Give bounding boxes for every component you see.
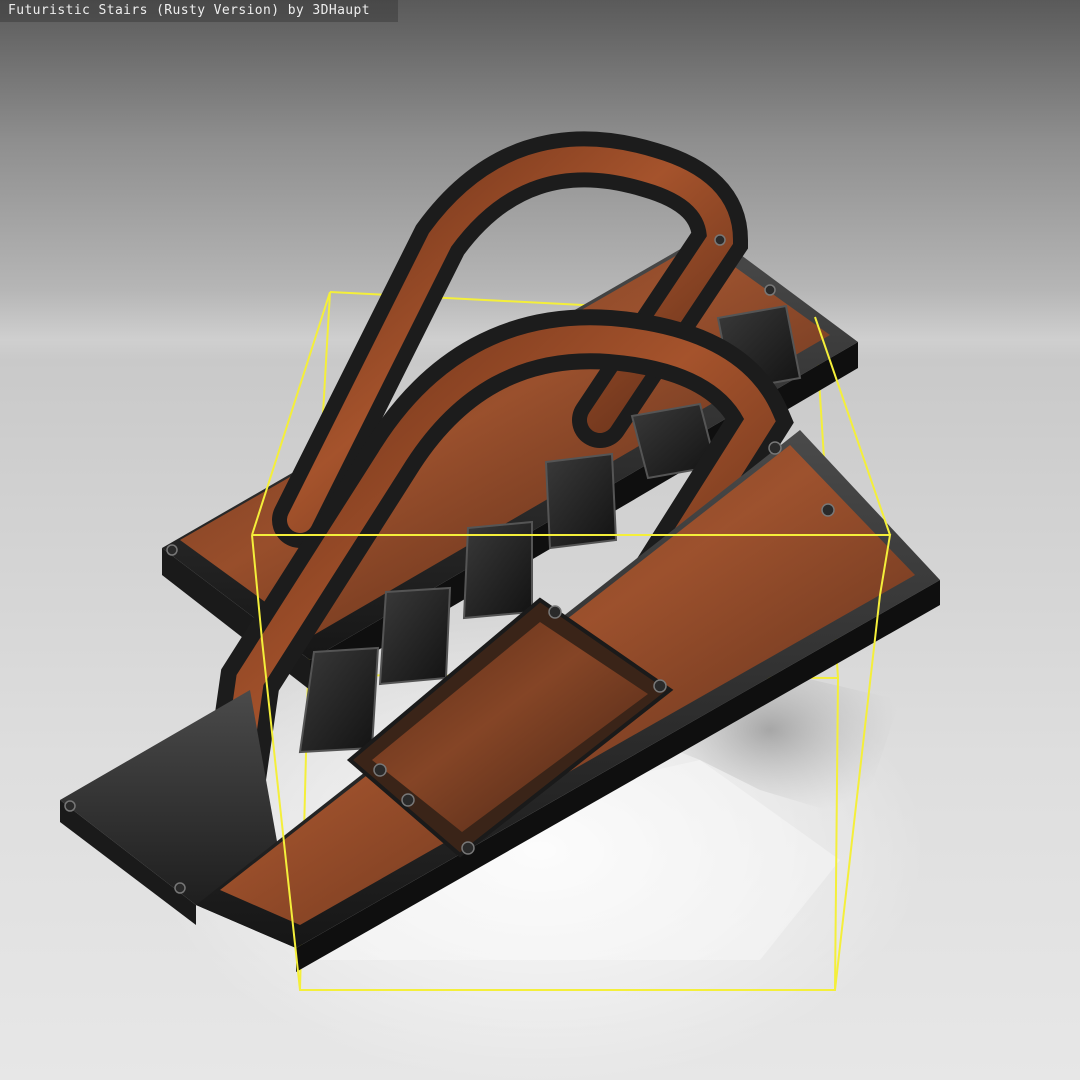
model-title: Futuristic Stairs (Rusty Version) by 3DH… bbox=[0, 0, 398, 22]
3d-viewport[interactable]: Futuristic Stairs (Rusty Version) by 3DH… bbox=[0, 0, 1080, 1080]
stairs-model-render[interactable] bbox=[0, 0, 1080, 1080]
